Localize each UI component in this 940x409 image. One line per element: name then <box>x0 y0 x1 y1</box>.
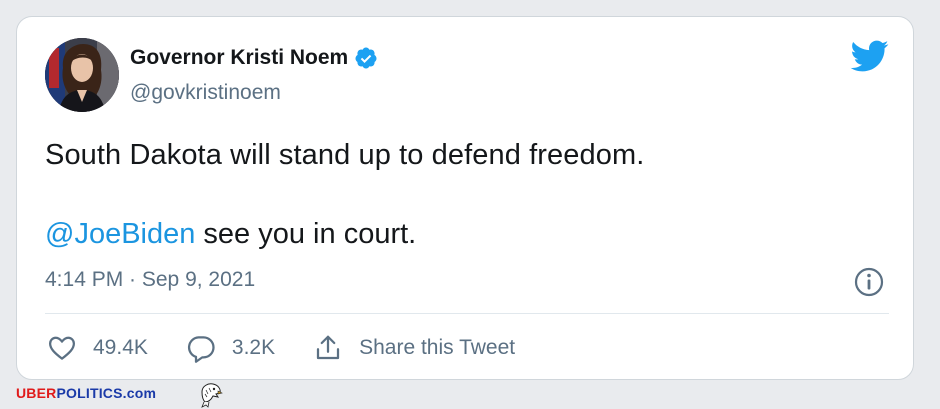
tweet-text-line2: @JoeBiden see you in court. <box>45 218 416 251</box>
watermark-part-dotcom: .com <box>122 385 157 401</box>
tweet-text-line2-rest: see you in court. <box>195 218 417 250</box>
watermark-part-politics: POLITICS <box>56 385 123 401</box>
eagle-icon <box>201 383 223 408</box>
heart-icon <box>49 336 75 360</box>
twitter-bird-icon[interactable] <box>849 39 889 73</box>
author-name-row[interactable]: Governor Kristi Noem <box>130 46 378 70</box>
avatar[interactable] <box>45 38 119 112</box>
watermark-part-uber: UBER <box>16 385 57 401</box>
reply-count: 3.2K <box>231 336 276 359</box>
tweet-card: Governor Kristi Noem @govkristinoem Sout… <box>16 16 914 380</box>
author-handle[interactable]: @govkristinoem <box>130 81 281 105</box>
speech-bubble-icon <box>187 336 215 363</box>
mention-link[interactable]: @JoeBiden <box>45 218 195 250</box>
reply-button[interactable]: 3.2K <box>186 333 275 363</box>
tweet-text-line1: South Dakota will stand up to defend fre… <box>45 139 645 171</box>
like-count: 49.4K <box>93 336 148 359</box>
tweet-actions-bar: 49.4K 3.2K Share this Tweet <box>47 332 553 364</box>
like-button[interactable]: 49.4K <box>47 333 148 363</box>
tweet-timestamp[interactable]: 4:14 PM · Sep 9, 2021 <box>45 268 255 292</box>
share-button[interactable]: Share this Tweet <box>313 333 515 363</box>
watermark-brand: UBERPOLITICS.com <box>16 385 156 401</box>
share-label: Share this Tweet <box>359 336 516 359</box>
verified-badge-icon <box>355 47 377 69</box>
avatar-portrait-image <box>45 38 119 112</box>
share-upload-icon <box>316 335 340 360</box>
actions-divider <box>45 313 889 314</box>
info-icon[interactable] <box>853 266 885 298</box>
author-name[interactable]: Governor Kristi Noem <box>130 46 348 70</box>
